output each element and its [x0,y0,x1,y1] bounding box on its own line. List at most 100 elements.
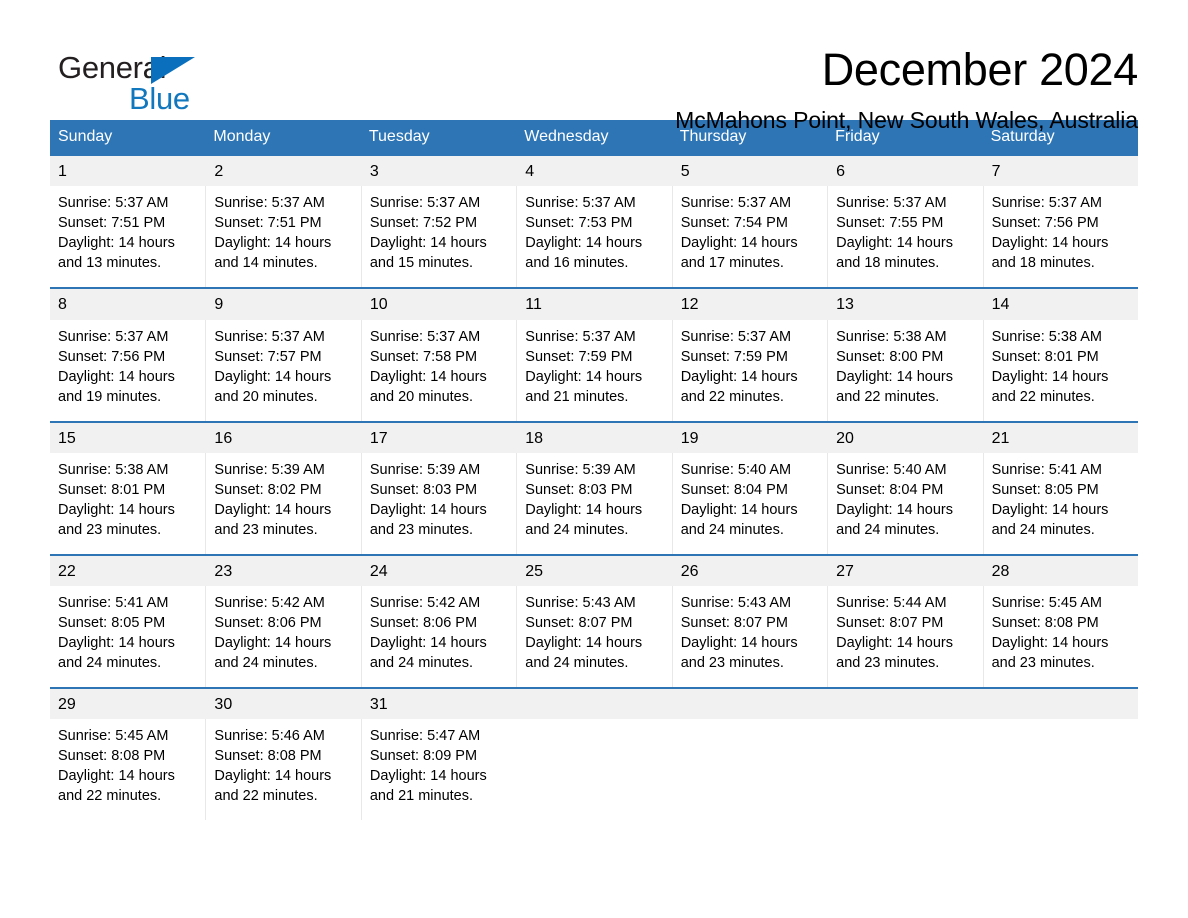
day-cell[interactable]: Sunrise: 5:37 AM Sunset: 7:56 PM Dayligh… [982,186,1138,288]
day-cell[interactable]: Sunrise: 5:37 AM Sunset: 7:55 PM Dayligh… [827,186,982,288]
page-masthead: General Blue December 2024 McMahons Poin… [0,0,1188,134]
day-number[interactable]: 21 [982,422,1138,453]
day-cell[interactable]: Sunrise: 5:37 AM Sunset: 7:59 PM Dayligh… [516,319,671,421]
day-number[interactable]: 6 [827,156,982,187]
day-cell[interactable]: Sunrise: 5:37 AM Sunset: 7:51 PM Dayligh… [50,186,205,287]
day-cell[interactable]: Sunrise: 5:42 AM Sunset: 8:06 PM Dayligh… [360,585,516,687]
daylight-text-line2: and 23 minutes. [214,521,318,538]
day-cell[interactable]: Sunrise: 5:37 AM Sunset: 7:51 PM Dayligh… [205,186,360,288]
day-number[interactable]: 14 [982,289,1138,320]
generalblue-logo[interactable]: General Blue [58,44,208,116]
daylight-text-line2: and 20 minutes. [214,388,318,405]
sunset-text: Sunset: 8:08 PM [214,748,322,765]
week-detail-row: Sunrise: 5:37 AM Sunset: 7:56 PM Dayligh… [50,319,1138,421]
day-number[interactable]: 11 [516,289,671,320]
day-number-empty [982,688,1138,720]
daylight-text-line2: and 16 minutes. [525,255,629,272]
day-cell[interactable]: Sunrise: 5:46 AM Sunset: 8:08 PM Dayligh… [205,719,360,821]
sunrise-text: Sunrise: 5:42 AM [369,594,481,611]
day-number[interactable]: 4 [516,156,671,187]
day-number[interactable]: 25 [516,555,671,586]
day-number[interactable]: 29 [50,689,205,719]
page-title: December 2024 [821,44,1139,95]
day-number[interactable]: 1 [50,156,205,186]
day-cell[interactable]: Sunrise: 5:40 AM Sunset: 8:04 PM Dayligh… [671,452,827,554]
day-number[interactable]: 16 [205,422,360,453]
daylight-text-line2: and 24 minutes. [525,521,629,538]
day-cell[interactable]: Sunrise: 5:47 AM Sunset: 8:09 PM Dayligh… [360,719,516,821]
day-cell[interactable]: Sunrise: 5:39 AM Sunset: 8:03 PM Dayligh… [516,452,671,554]
daylight-text-line1: Daylight: 14 hours [214,368,332,385]
day-cell[interactable]: Sunrise: 5:37 AM Sunset: 7:57 PM Dayligh… [205,319,360,421]
sunset-text: Sunset: 8:08 PM [991,614,1099,631]
daylight-text-line1: Daylight: 14 hours [214,634,332,651]
day-number[interactable]: 24 [360,555,516,586]
daylight-text-line1: Daylight: 14 hours [991,634,1109,651]
day-number[interactable]: 26 [671,555,827,586]
day-number[interactable]: 7 [982,156,1138,187]
sunrise-text: Sunrise: 5:39 AM [369,461,481,478]
day-cell[interactable]: Sunrise: 5:39 AM Sunset: 8:02 PM Dayligh… [205,452,360,554]
day-number[interactable]: 8 [50,289,205,319]
daylight-text-line2: and 14 minutes. [214,255,318,272]
day-cell[interactable]: Sunrise: 5:38 AM Sunset: 8:00 PM Dayligh… [827,319,982,421]
day-cell[interactable]: Sunrise: 5:39 AM Sunset: 8:03 PM Dayligh… [360,452,516,554]
day-cell[interactable]: Sunrise: 5:41 AM Sunset: 8:05 PM Dayligh… [50,586,205,687]
day-number[interactable]: 23 [205,555,360,586]
day-number[interactable]: 19 [671,422,827,453]
calendar-week-row: 1 2 3 4 5 6 7 Sunrise: 5:37 AM Sunset: 7… [50,154,1138,288]
sunrise-text: Sunrise: 5:39 AM [214,461,325,478]
day-cell[interactable]: Sunrise: 5:44 AM Sunset: 8:07 PM Dayligh… [827,585,982,687]
day-cell[interactable]: Sunrise: 5:42 AM Sunset: 8:06 PM Dayligh… [205,585,360,687]
day-number[interactable]: 2 [205,156,360,187]
sunrise-text: Sunrise: 5:43 AM [680,594,792,611]
day-cell[interactable]: Sunrise: 5:37 AM Sunset: 7:56 PM Dayligh… [50,320,205,421]
day-number-empty [671,688,827,720]
day-cell[interactable]: Sunrise: 5:40 AM Sunset: 8:04 PM Dayligh… [827,452,982,554]
day-number[interactable]: 12 [671,289,827,320]
daylight-text-line2: and 23 minutes. [369,521,474,538]
day-cell[interactable]: Sunrise: 5:37 AM Sunset: 7:54 PM Dayligh… [671,186,827,288]
day-number[interactable]: 13 [827,289,982,320]
sunrise-text: Sunrise: 5:37 AM [680,328,792,345]
day-cell[interactable]: Sunrise: 5:37 AM Sunset: 7:59 PM Dayligh… [671,319,827,421]
day-number[interactable]: 5 [671,156,827,187]
day-number[interactable]: 10 [360,289,516,320]
day-number[interactable]: 3 [360,156,516,187]
day-number[interactable]: 31 [360,688,516,720]
day-cell[interactable]: Sunrise: 5:43 AM Sunset: 8:07 PM Dayligh… [516,585,671,687]
daylight-text-line1: Daylight: 14 hours [525,368,643,385]
week-daynumber-row: 29 30 31 [50,688,1138,720]
daylight-text-line1: Daylight: 14 hours [680,368,798,385]
day-number[interactable]: 18 [516,422,671,453]
week-detail-row: Sunrise: 5:45 AM Sunset: 8:08 PM Dayligh… [50,719,1138,821]
day-number[interactable]: 28 [982,555,1138,586]
day-number[interactable]: 20 [827,422,982,453]
day-number[interactable]: 27 [827,555,982,586]
weekday-header-sunday: Sunday [58,128,113,145]
daylight-text-line2: and 24 minutes. [525,654,629,671]
day-cell[interactable]: Sunrise: 5:38 AM Sunset: 8:01 PM Dayligh… [982,319,1138,421]
sunset-text: Sunset: 7:55 PM [836,215,944,232]
day-cell[interactable]: Sunrise: 5:45 AM Sunset: 8:08 PM Dayligh… [50,719,205,820]
daylight-text-line1: Daylight: 14 hours [58,501,175,518]
day-number[interactable]: 22 [50,556,205,586]
daylight-text-line1: Daylight: 14 hours [369,501,487,518]
day-number[interactable]: 30 [205,688,360,720]
sunrise-text: Sunrise: 5:38 AM [58,461,169,478]
day-cell[interactable]: Sunrise: 5:41 AM Sunset: 8:05 PM Dayligh… [982,452,1138,554]
day-cell[interactable]: Sunrise: 5:45 AM Sunset: 8:08 PM Dayligh… [982,585,1138,687]
day-number[interactable]: 15 [50,423,205,453]
day-number[interactable]: 9 [205,289,360,320]
day-cell[interactable]: Sunrise: 5:43 AM Sunset: 8:07 PM Dayligh… [671,585,827,687]
day-cell[interactable]: Sunrise: 5:37 AM Sunset: 7:52 PM Dayligh… [360,186,516,288]
sunrise-text: Sunrise: 5:45 AM [58,728,169,745]
day-cell[interactable]: Sunrise: 5:38 AM Sunset: 8:01 PM Dayligh… [50,453,205,554]
day-number[interactable]: 17 [360,422,516,453]
calendar-page: General Blue December 2024 McMahons Poin… [0,0,1188,918]
daylight-text-line2: and 18 minutes. [991,255,1095,272]
day-cell[interactable]: Sunrise: 5:37 AM Sunset: 7:58 PM Dayligh… [360,319,516,421]
daylight-text-line2: and 24 minutes. [369,654,474,671]
day-cell[interactable]: Sunrise: 5:37 AM Sunset: 7:53 PM Dayligh… [516,186,671,288]
sunrise-text: Sunrise: 5:37 AM [58,328,169,345]
